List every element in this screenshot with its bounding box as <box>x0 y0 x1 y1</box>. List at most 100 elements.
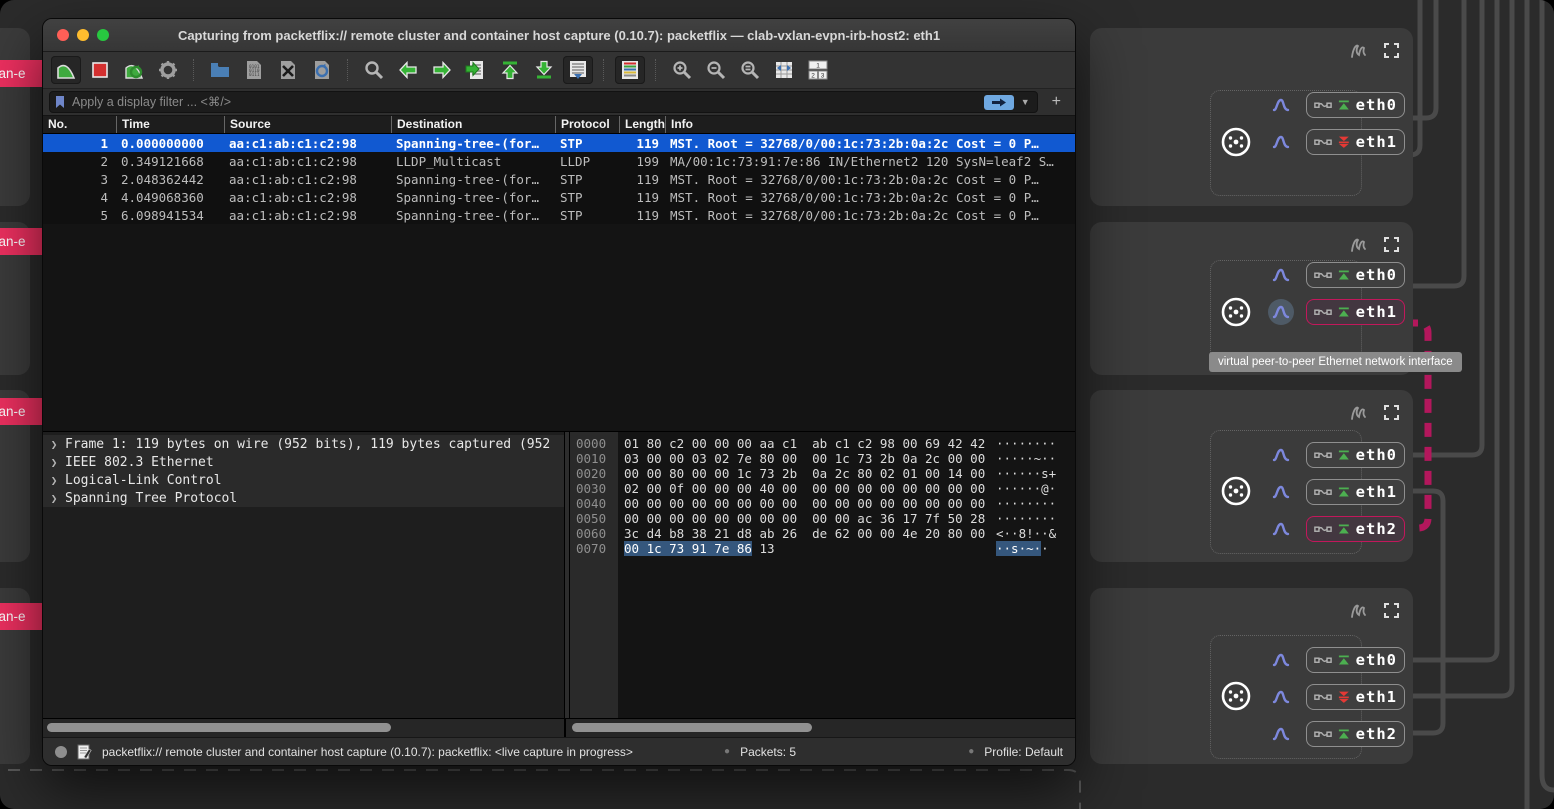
add-filter-button[interactable]: + <box>1044 93 1069 111</box>
bookmark-icon[interactable] <box>54 95 66 109</box>
zoom-in-icon[interactable] <box>667 56 697 84</box>
hex-row[interactable]: 002000 00 80 00 00 1c 73 2b 0a 2c 80 02 … <box>570 466 1075 481</box>
expand-icon[interactable] <box>1384 237 1399 252</box>
bytes-hscrollbar[interactable] <box>565 719 1075 737</box>
colorize-icon[interactable] <box>615 56 645 84</box>
hex-row[interactable]: 003002 00 0f 00 00 00 40 00 00 00 00 00 … <box>570 481 1075 496</box>
open-file-icon[interactable] <box>205 56 235 84</box>
zoom-out-icon[interactable] <box>701 56 731 84</box>
display-filter-input[interactable] <box>70 94 980 110</box>
previous-packet-icon[interactable] <box>393 56 423 84</box>
layout-123-icon[interactable]: 123 <box>803 56 833 84</box>
pulse-icon[interactable] <box>1268 92 1294 118</box>
container-icon[interactable] <box>1218 473 1254 509</box>
expander-icon[interactable]: ❯ <box>43 438 65 451</box>
packet-row-1-selected[interactable]: 10.000000000aa:c1:ab:c1:c2:98Spanning-tr… <box>43 134 1075 152</box>
details-hscrollbar[interactable] <box>43 719 565 737</box>
container-icon[interactable] <box>1218 124 1254 160</box>
next-packet-icon[interactable] <box>427 56 457 84</box>
expander-icon[interactable]: ❯ <box>43 456 65 469</box>
title-bar[interactable]: Capturing from packetflix:// remote clus… <box>43 19 1075 52</box>
minimize-window-button[interactable] <box>77 29 89 41</box>
packet-row-4[interactable]: 44.049068360aa:c1:ab:c1:c2:98Spanning-tr… <box>43 188 1075 206</box>
expert-info-icon[interactable] <box>55 746 67 758</box>
pulse-icon[interactable] <box>1268 721 1294 747</box>
auto-scroll-icon[interactable] <box>563 56 593 84</box>
hex-row[interactable]: 00603c d4 b8 38 21 d8 ab 26 de 62 00 00 … <box>570 526 1075 541</box>
column-header-destination[interactable]: Destination <box>391 116 555 133</box>
detail-row-stp[interactable]: ❯Spanning Tree Protocol <box>43 489 564 507</box>
interface-button-eth1[interactable]: eth1 <box>1306 684 1405 710</box>
zoom-window-button[interactable] <box>97 29 109 41</box>
interface-button-eth0[interactable]: eth0 <box>1306 647 1405 673</box>
selected-bytes[interactable]: 00 1c 73 91 7e 86 <box>624 541 752 556</box>
filter-dropdown-caret[interactable]: ▼ <box>1018 97 1033 107</box>
fin-sketch-icon[interactable] <box>1348 234 1368 254</box>
expander-icon[interactable]: ❯ <box>43 474 65 487</box>
hex-row-selected[interactable]: 0070 00 1c 73 91 7e 86 13 ··s·~·· <box>570 541 1075 556</box>
vxlan-node-badge[interactable]: vxlan-e <box>0 398 46 425</box>
detail-row-ethernet[interactable]: ❯IEEE 802.3 Ethernet <box>43 453 564 471</box>
vxlan-node-badge[interactable]: vxlan-e <box>0 60 46 87</box>
column-header-info[interactable]: Info <box>665 116 1075 133</box>
interface-button-eth2[interactable]: eth2 <box>1306 721 1405 747</box>
packet-row-2[interactable]: 20.349121668aa:c1:ab:c1:c2:98LLDP_Multic… <box>43 152 1075 170</box>
close-window-button[interactable] <box>57 29 69 41</box>
column-header-length[interactable]: Length <box>619 116 665 133</box>
fin-sketch-icon[interactable] <box>1348 600 1368 620</box>
column-header-time[interactable]: Time <box>116 116 224 133</box>
resize-columns-icon[interactable] <box>769 56 799 84</box>
bytes-hscroll-thumb[interactable] <box>572 723 812 732</box>
expander-icon[interactable]: ❯ <box>43 492 65 505</box>
pulse-icon[interactable] <box>1268 516 1294 542</box>
hex-row[interactable]: 004000 00 00 00 00 00 00 00 00 00 00 00 … <box>570 496 1075 511</box>
start-capture-icon[interactable] <box>51 56 81 84</box>
fin-sketch-icon[interactable] <box>1348 402 1368 422</box>
packet-row-5[interactable]: 56.098941534aa:c1:ab:c1:c2:98Spanning-tr… <box>43 206 1075 224</box>
fin-sketch-icon[interactable] <box>1348 40 1368 60</box>
pulse-icon[interactable] <box>1268 129 1294 155</box>
packet-bytes-pane[interactable]: 000001 80 c2 00 00 00 aa c1 ab c1 c2 98 … <box>570 432 1075 718</box>
save-file-icon[interactable]: 010101100111 <box>239 56 269 84</box>
vxlan-node-badge[interactable]: vxlan-e <box>0 603 46 630</box>
detail-row-llc[interactable]: ❯Logical-Link Control <box>43 471 564 489</box>
profile-selector[interactable]: Profile: Default <box>984 745 1063 759</box>
zoom-reset-icon[interactable] <box>735 56 765 84</box>
packet-details-pane[interactable]: ❯Frame 1: 119 bytes on wire (952 bits), … <box>43 432 564 718</box>
close-file-icon[interactable] <box>273 56 303 84</box>
expand-icon[interactable] <box>1384 405 1399 420</box>
hex-row[interactable]: 005000 00 00 00 00 00 00 00 00 00 ac 36 … <box>570 511 1075 526</box>
interface-button-eth1[interactable]: eth1 <box>1306 479 1405 505</box>
container-icon[interactable] <box>1218 678 1254 714</box>
go-to-packet-icon[interactable] <box>461 56 491 84</box>
first-packet-icon[interactable] <box>495 56 525 84</box>
interface-button-eth0[interactable]: eth0 <box>1306 262 1405 288</box>
apply-filter-button[interactable] <box>984 95 1014 110</box>
interface-button-eth2-selected[interactable]: eth2 <box>1306 516 1405 542</box>
selected-ascii[interactable]: ··s·~· <box>996 541 1041 556</box>
column-header-source[interactable]: Source <box>224 116 391 133</box>
pulse-icon[interactable] <box>1268 262 1294 288</box>
detail-row-frame[interactable]: ❯Frame 1: 119 bytes on wire (952 bits), … <box>43 435 564 453</box>
vxlan-node-badge[interactable]: vxlan-e <box>0 228 46 255</box>
interface-button-eth1-selected[interactable]: eth1 <box>1306 299 1405 325</box>
container-icon[interactable] <box>1218 294 1254 330</box>
reload-file-icon[interactable] <box>307 56 337 84</box>
pulse-icon[interactable] <box>1268 684 1294 710</box>
column-header-no[interactable]: No. <box>43 116 116 133</box>
pulse-icon[interactable] <box>1268 299 1294 325</box>
column-header-protocol[interactable]: Protocol <box>555 116 619 133</box>
restart-capture-icon[interactable] <box>119 56 149 84</box>
interface-button-eth1[interactable]: eth1 <box>1306 129 1405 155</box>
pulse-icon[interactable] <box>1268 442 1294 468</box>
expand-icon[interactable] <box>1384 603 1399 618</box>
stop-capture-icon[interactable] <box>85 56 115 84</box>
capture-comment-icon[interactable] <box>77 744 92 760</box>
find-packet-icon[interactable] <box>359 56 389 84</box>
interface-button-eth0[interactable]: eth0 <box>1306 92 1405 118</box>
capture-options-icon[interactable] <box>153 56 183 84</box>
interface-button-eth0[interactable]: eth0 <box>1306 442 1405 468</box>
packet-row-3[interactable]: 32.048362442aa:c1:ab:c1:c2:98Spanning-tr… <box>43 170 1075 188</box>
last-packet-icon[interactable] <box>529 56 559 84</box>
details-hscroll-thumb[interactable] <box>47 723 391 732</box>
